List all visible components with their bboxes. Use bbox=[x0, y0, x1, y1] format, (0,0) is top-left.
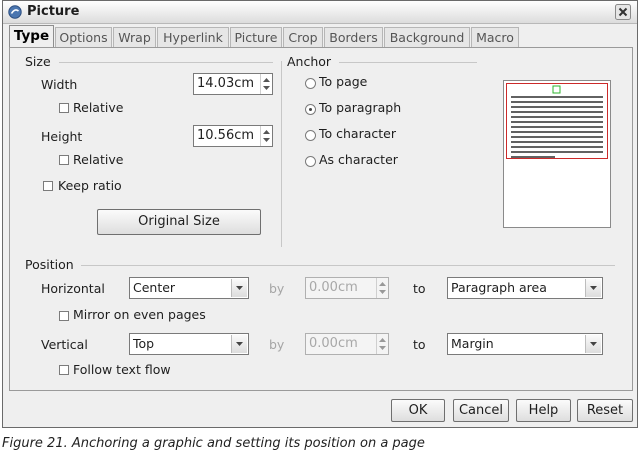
mirror-label: Mirror on even pages bbox=[73, 307, 206, 322]
relative-height-label: Relative bbox=[73, 152, 124, 167]
chevron-down-icon[interactable] bbox=[585, 279, 601, 297]
size-divider bbox=[59, 62, 273, 63]
page-preview bbox=[503, 80, 611, 228]
tab-background[interactable]: Background bbox=[384, 27, 470, 47]
tab-picture[interactable]: Picture bbox=[230, 27, 282, 47]
keep-ratio-label: Keep ratio bbox=[58, 178, 122, 193]
chevron-down-icon[interactable] bbox=[231, 279, 247, 297]
horizontal-label: Horizontal bbox=[41, 281, 105, 296]
vertical-label: Vertical bbox=[41, 337, 88, 352]
title-bar[interactable]: Picture bbox=[3, 1, 637, 24]
mirror-checkbox[interactable] bbox=[59, 311, 69, 321]
follow-text-flow-checkbox[interactable] bbox=[59, 365, 69, 375]
ok-button[interactable]: OK bbox=[391, 399, 445, 422]
chevron-down-icon[interactable] bbox=[231, 335, 247, 353]
keep-ratio-checkbox[interactable] bbox=[43, 181, 53, 191]
vertical-by-spin-arrows-icon[interactable] bbox=[376, 334, 388, 354]
relative-width-label: Relative bbox=[73, 100, 124, 115]
window-title: Picture bbox=[27, 4, 80, 19]
horizontal-combo[interactable]: Center bbox=[129, 277, 249, 299]
height-value: 10.56cm bbox=[197, 128, 255, 143]
section-divider bbox=[281, 61, 282, 247]
help-button[interactable]: Help bbox=[516, 399, 571, 422]
vertical-combo[interactable]: Top bbox=[129, 333, 249, 355]
tab-macro[interactable]: Macro bbox=[471, 27, 519, 47]
position-heading: Position bbox=[25, 257, 74, 272]
tab-hyperlink[interactable]: Hyperlink bbox=[157, 27, 229, 47]
follow-text-flow-label: Follow text flow bbox=[73, 362, 171, 377]
tab-type[interactable]: Type bbox=[9, 25, 54, 48]
radio-as-character[interactable] bbox=[305, 156, 316, 167]
relative-width-checkbox[interactable] bbox=[59, 103, 69, 113]
anchor-heading: Anchor bbox=[287, 54, 332, 69]
tab-wrap[interactable]: Wrap bbox=[113, 27, 156, 47]
chevron-down-icon[interactable] bbox=[585, 335, 601, 353]
width-spin-arrows-icon[interactable] bbox=[260, 74, 272, 94]
width-spinbox[interactable]: 14.03cm bbox=[193, 73, 273, 95]
anchor-as-character-label: As character bbox=[319, 152, 398, 167]
reset-button[interactable]: Reset bbox=[577, 399, 633, 422]
vertical-by-label: by bbox=[269, 337, 285, 352]
cancel-button[interactable]: Cancel bbox=[453, 399, 509, 422]
height-spin-arrows-icon[interactable] bbox=[260, 126, 272, 146]
anchor-divider bbox=[339, 62, 477, 63]
vertical-to-label: to bbox=[413, 337, 426, 352]
horizontal-to-label: to bbox=[413, 281, 426, 296]
anchor-to-character-label: To character bbox=[319, 126, 396, 141]
horizontal-by-spinbox[interactable]: 0.00cm bbox=[305, 277, 389, 299]
picture-dialog: Picture Type Options Wrap Hyperlink Pict… bbox=[2, 0, 638, 428]
anchor-to-paragraph-label: To paragraph bbox=[319, 100, 402, 115]
tab-crop[interactable]: Crop bbox=[283, 27, 323, 47]
app-icon bbox=[8, 5, 22, 19]
anchor-to-page-label: To page bbox=[319, 74, 368, 89]
horizontal-by-label: by bbox=[269, 281, 285, 296]
width-value: 14.03cm bbox=[197, 76, 255, 91]
close-icon[interactable] bbox=[615, 4, 631, 20]
original-size-button[interactable]: Original Size bbox=[97, 209, 261, 235]
figure-caption: Figure 21. Anchoring a graphic and setti… bbox=[2, 436, 425, 451]
tab-borders[interactable]: Borders bbox=[324, 27, 383, 47]
vertical-to-combo[interactable]: Margin bbox=[447, 333, 603, 355]
position-divider bbox=[81, 265, 615, 266]
horizontal-by-spin-arrows-icon[interactable] bbox=[376, 278, 388, 298]
radio-to-paragraph[interactable] bbox=[305, 104, 316, 115]
horizontal-to-combo[interactable]: Paragraph area bbox=[447, 277, 603, 299]
height-spinbox[interactable]: 10.56cm bbox=[193, 125, 273, 147]
size-heading: Size bbox=[25, 54, 51, 69]
tab-options[interactable]: Options bbox=[55, 27, 112, 47]
width-label: Width bbox=[41, 77, 78, 92]
radio-to-character[interactable] bbox=[305, 130, 316, 141]
vertical-by-spinbox[interactable]: 0.00cm bbox=[305, 333, 389, 355]
relative-height-checkbox[interactable] bbox=[59, 155, 69, 165]
radio-to-page[interactable] bbox=[305, 78, 316, 89]
height-label: Height bbox=[41, 129, 83, 144]
